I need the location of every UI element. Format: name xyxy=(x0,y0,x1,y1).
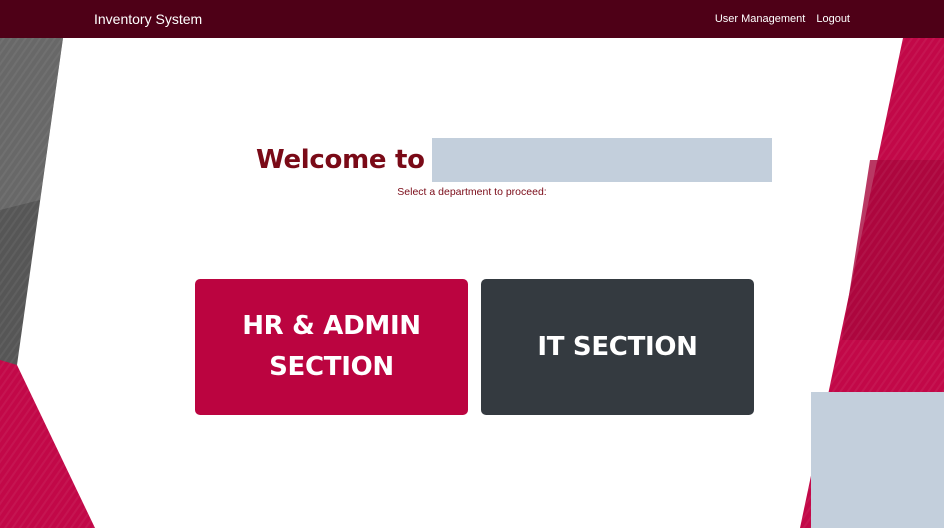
welcome-title: Welcome to xyxy=(256,145,425,175)
hr-admin-section-label: HR & ADMIN SECTION xyxy=(242,306,421,388)
it-section-label: IT SECTION xyxy=(537,331,698,362)
it-section-button[interactable]: IT SECTION xyxy=(481,279,754,415)
nav-logout-link[interactable]: Logout xyxy=(816,12,850,26)
nav-links: User Management Logout xyxy=(715,12,850,26)
right-bottom-block xyxy=(811,392,944,528)
welcome-heading: Welcome to xyxy=(256,138,772,182)
hr-admin-line-1: HR & ADMIN xyxy=(242,311,421,341)
hr-admin-line-2: SECTION xyxy=(269,352,394,382)
nav-user-management-link[interactable]: User Management xyxy=(715,12,806,26)
page: Inventory System User Management Logout … xyxy=(0,0,944,528)
brand-link[interactable]: Inventory System xyxy=(94,11,202,27)
top-navbar: Inventory System User Management Logout xyxy=(0,0,944,38)
welcome-subtitle: Select a department to proceed: xyxy=(397,186,547,198)
background-decoration xyxy=(0,38,944,528)
company-name-placeholder xyxy=(431,138,772,182)
hr-admin-section-button[interactable]: HR & ADMIN SECTION xyxy=(195,279,468,415)
